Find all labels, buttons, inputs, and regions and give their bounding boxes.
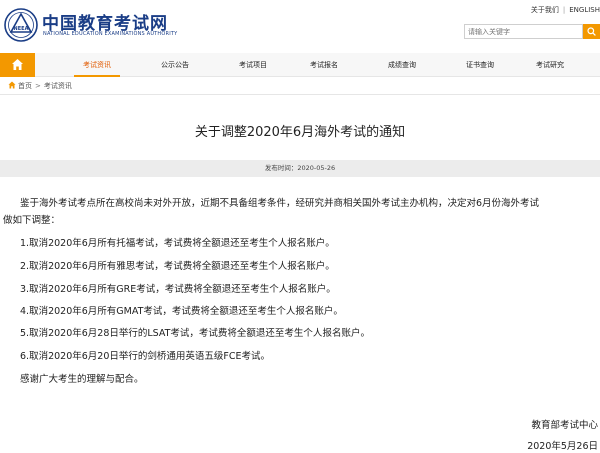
article-item-5: 5.取消2020年6月28日举行的LSAT考试，考试费将全额退还至考生个人报名账… <box>20 328 370 339</box>
english-link[interactable]: ENGLISH <box>569 6 600 14</box>
nav-item-exam-programs[interactable]: 考试项目 <box>230 53 276 77</box>
breadcrumb-home[interactable]: 首页 <box>18 82 32 90</box>
home-icon <box>8 81 16 89</box>
article-item-1: 1.取消2020年6月所有托福考试，考试费将全额退还至考生个人报名账户。 <box>20 238 335 249</box>
article-item-2: 2.取消2020年6月所有雅思考试，考试费将全额退还至考生个人报名账户。 <box>20 261 335 272</box>
search-input[interactable] <box>464 24 583 39</box>
article-item-4: 4.取消2020年6月所有GMAT考试，考试费将全额退还至考生个人报名账户。 <box>20 306 343 317</box>
article-item-3: 3.取消2020年6月所有GRE考试，考试费将全额退还至考生个人报名账户。 <box>20 284 336 295</box>
article-item-6: 6.取消2020年6月20日举行的剑桥通用英语五级FCE考试。 <box>20 351 270 362</box>
search-icon <box>587 27 596 36</box>
article-intro-line-2: 做如下调整： <box>3 215 61 226</box>
about-us-link[interactable]: 关于我们 <box>531 5 559 15</box>
nav-item-score-inquiry[interactable]: 成绩查询 <box>379 53 425 77</box>
breadcrumb-current[interactable]: 考试资讯 <box>44 82 72 90</box>
nav-active-indicator <box>74 75 120 77</box>
nav-item-exam-research[interactable]: 考试研究 <box>527 53 573 77</box>
site-subtitle: NATIONAL EDUCATION EXAMINATIONS AUTHORIT… <box>43 31 178 37</box>
article-intro-line-1: 鉴于海外考试考点所在高校尚未对外开放，近期不具备组考条件，经研究并商相关国外考试… <box>20 198 540 209</box>
breadcrumb: 首页 > 考试资讯 <box>8 81 72 91</box>
search-button[interactable] <box>583 24 600 39</box>
nav-item-registration[interactable]: 考试报名 <box>301 53 347 77</box>
home-icon <box>12 59 23 70</box>
article-title: 关于调整2020年6月海外考试的通知 <box>194 125 406 140</box>
neea-logo[interactable]: NEEA <box>4 8 38 42</box>
signature-org: 教育部考试中心 <box>531 420 598 431</box>
home-button[interactable] <box>0 53 35 77</box>
nav-item-exam-news[interactable]: 考试资讯 <box>74 53 120 77</box>
nav-item-certificate-inquiry[interactable]: 证书查询 <box>457 53 503 77</box>
logo-text: NEEA <box>14 26 29 32</box>
main-nav: 考试资讯 公示公告 考试项目 考试报名 成绩查询 证书查询 考试研究 <box>0 53 600 77</box>
top-link-separator: | <box>562 6 566 14</box>
top-links: 关于我们 | ENGLISH <box>531 5 600 15</box>
divider <box>0 94 600 95</box>
site-header: NEEA 中国教育考试网 NATIONAL EDUCATION EXAMINAT… <box>0 0 600 50</box>
article-closing: 感谢广大考生的理解与配合。 <box>20 374 144 385</box>
signature-date: 2020年5月26日 <box>527 441 598 452</box>
breadcrumb-separator: > <box>35 82 41 90</box>
publish-time: 发布时间：2020-05-26 <box>0 160 600 177</box>
nav-item-announcements[interactable]: 公示公告 <box>152 53 198 77</box>
